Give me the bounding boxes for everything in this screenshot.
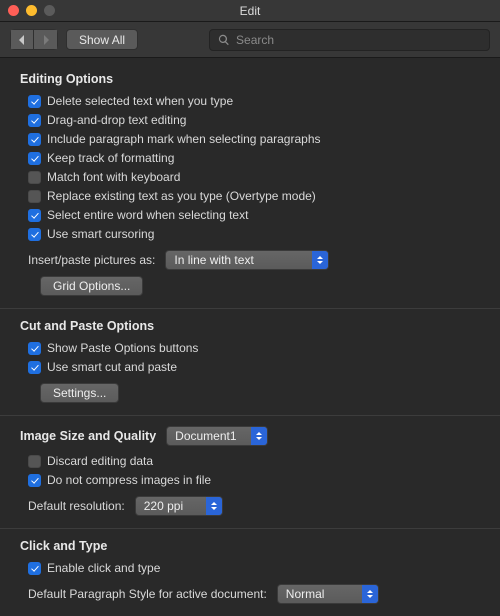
close-icon[interactable]: [8, 5, 19, 16]
option-label: Use smart cursoring: [47, 226, 154, 243]
option-label: Include paragraph mark when selecting pa…: [47, 131, 321, 148]
section-cut-paste: Cut and Paste Options Show Paste Options…: [0, 309, 500, 416]
option-label: Enable click and type: [47, 560, 160, 577]
select-value: In line with text: [174, 253, 304, 267]
chevron-updown-icon: [206, 497, 222, 515]
back-button[interactable]: [10, 29, 34, 50]
insert-paste-select[interactable]: In line with text: [165, 250, 329, 270]
section-title: Editing Options: [20, 72, 480, 86]
chevron-updown-icon: [362, 585, 378, 603]
window-title: Edit: [240, 4, 261, 18]
zoom-icon: [44, 5, 55, 16]
checkbox[interactable]: [28, 474, 41, 487]
titlebar: Edit: [0, 0, 500, 22]
grid-options-button[interactable]: Grid Options...: [40, 276, 143, 296]
section-click-type: Click and Type Enable click and type Def…: [0, 529, 500, 616]
option-label: Select entire word when selecting text: [47, 207, 248, 224]
option-label: Delete selected text when you type: [47, 93, 233, 110]
default-resolution-label: Default resolution:: [28, 499, 125, 513]
select-value: Normal: [286, 587, 354, 601]
chevron-right-icon: [42, 35, 50, 45]
show-all-button[interactable]: Show All: [66, 29, 138, 50]
checkbox[interactable]: [28, 342, 41, 355]
minimize-icon[interactable]: [26, 5, 37, 16]
section-title: Image Size and Quality: [20, 429, 156, 443]
checkbox[interactable]: [28, 171, 41, 184]
checkbox[interactable]: [28, 228, 41, 241]
settings-button[interactable]: Settings...: [40, 383, 119, 403]
option-label: Keep track of formatting: [47, 150, 174, 167]
chevron-updown-icon: [312, 251, 328, 269]
insert-paste-label: Insert/paste pictures as:: [28, 253, 155, 267]
checkbox[interactable]: [28, 209, 41, 222]
option-label: Show Paste Options buttons: [47, 340, 198, 357]
checkbox[interactable]: [28, 190, 41, 203]
toolbar: Show All Search: [0, 22, 500, 58]
default-resolution-select[interactable]: 220 ppi: [135, 496, 223, 516]
option-label: Use smart cut and paste: [47, 359, 177, 376]
chevron-updown-icon: [251, 427, 267, 445]
section-title: Click and Type: [20, 539, 480, 553]
search-input[interactable]: Search: [209, 29, 490, 51]
forward-button: [34, 29, 58, 50]
checkbox[interactable]: [28, 133, 41, 146]
search-icon: [218, 34, 230, 46]
preferences-content: Editing Options Delete selected text whe…: [0, 58, 500, 616]
section-editing-options: Editing Options Delete selected text whe…: [0, 62, 500, 309]
search-placeholder: Search: [236, 33, 274, 47]
option-label: Drag-and-drop text editing: [47, 112, 186, 129]
checkbox[interactable]: [28, 152, 41, 165]
checkbox[interactable]: [28, 455, 41, 468]
checkbox[interactable]: [28, 562, 41, 575]
section-image-quality: Image Size and Quality Document1 Discard…: [0, 416, 500, 529]
window-controls: [8, 5, 55, 16]
default-paragraph-style-label: Default Paragraph Style for active docum…: [28, 587, 267, 601]
section-title: Cut and Paste Options: [20, 319, 480, 333]
option-label: Discard editing data: [47, 453, 153, 470]
checkbox[interactable]: [28, 95, 41, 108]
checkbox[interactable]: [28, 114, 41, 127]
checkbox[interactable]: [28, 361, 41, 374]
chevron-left-icon: [18, 35, 26, 45]
option-label: Match font with keyboard: [47, 169, 180, 186]
select-value: 220 ppi: [144, 499, 198, 513]
select-value: Document1: [175, 429, 243, 443]
navigation-buttons: [10, 29, 58, 50]
default-paragraph-style-select[interactable]: Normal: [277, 584, 379, 604]
option-label: Replace existing text as you type (Overt…: [47, 188, 316, 205]
document-select[interactable]: Document1: [166, 426, 268, 446]
option-label: Do not compress images in file: [47, 472, 211, 489]
